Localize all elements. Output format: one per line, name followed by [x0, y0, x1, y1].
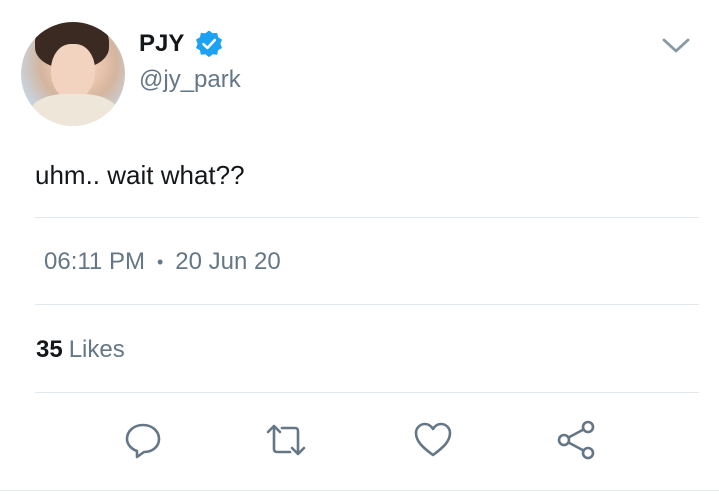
tweet-text: uhm.. wait what??	[35, 160, 245, 190]
retweet-button[interactable]	[264, 420, 308, 464]
tweet-meta: 06:11 PM • 20 Jun 20	[44, 248, 281, 276]
avatar-face	[51, 44, 95, 100]
divider	[35, 304, 699, 305]
likes-summary[interactable]: 35 Likes	[36, 336, 125, 364]
share-button[interactable]	[555, 420, 599, 464]
reply-icon	[123, 420, 163, 465]
chevron-down-icon[interactable]	[661, 36, 691, 56]
like-button[interactable]	[411, 420, 455, 464]
action-bar	[0, 420, 719, 464]
likes-label: Likes	[68, 336, 125, 363]
share-icon	[555, 418, 599, 467]
divider	[35, 392, 699, 393]
author-handle[interactable]: @jy_park	[139, 66, 241, 94]
author-name-row[interactable]: PJY	[139, 30, 224, 58]
verified-badge-icon	[194, 29, 224, 59]
tweet-time: 06:11 PM	[44, 248, 145, 275]
bottom-divider	[0, 490, 719, 491]
retweet-icon	[264, 420, 308, 465]
author-display-name[interactable]: PJY	[139, 30, 184, 58]
reply-button[interactable]	[121, 420, 165, 464]
meta-separator: •	[156, 251, 164, 272]
heart-icon	[412, 420, 454, 465]
avatar[interactable]	[21, 22, 125, 126]
tweet-date: 20 Jun 20	[175, 248, 281, 275]
likes-count: 35	[36, 336, 63, 363]
divider	[35, 217, 699, 218]
avatar-sweater	[29, 94, 119, 126]
